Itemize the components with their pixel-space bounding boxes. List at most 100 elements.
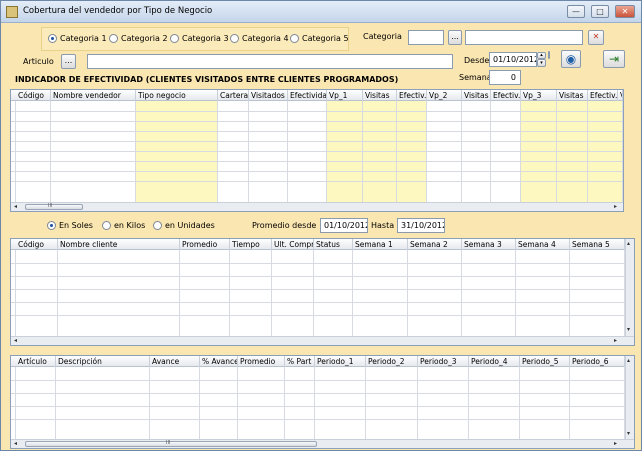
column-header[interactable]: Vp_2 — [427, 90, 462, 101]
date-dropdown-icon[interactable] — [548, 51, 550, 59]
radio-categoria-3[interactable]: Categoria 3 — [170, 34, 229, 43]
row-divider — [11, 131, 623, 132]
horizontal-scrollbar[interactable]: ◂ ▸ — [11, 336, 634, 345]
column-header[interactable]: Promedio — [238, 356, 285, 367]
radio-categoria-5[interactable]: Categoria 5 — [290, 34, 349, 43]
column-header[interactable]: Efectiv. — [397, 90, 427, 101]
column-header[interactable]: Nombre cliente — [58, 239, 180, 250]
categoria-code-input[interactable] — [408, 30, 444, 45]
grid-header: Código Nombre vendedor Tipo negocio Cart… — [11, 90, 623, 101]
efectividad-grid[interactable]: Código Nombre vendedor Tipo negocio Cart… — [10, 89, 624, 212]
row-divider — [11, 276, 625, 277]
radio-en-soles[interactable]: En Soles — [47, 221, 93, 230]
column-header[interactable]: Semana 3 — [462, 239, 516, 250]
column-header[interactable]: Artículo — [16, 356, 56, 367]
horizontal-scrollbar[interactable]: ◂ III ▸ — [11, 202, 623, 211]
column-header[interactable]: Cartera — [218, 90, 249, 101]
column-header[interactable]: Efectiv. — [491, 90, 521, 101]
radio-en-kilos[interactable]: en Kilos — [102, 221, 145, 230]
column-header[interactable]: Periodo_6 — [570, 356, 625, 367]
grid-column — [218, 101, 249, 204]
vertical-scrollbar[interactable]: ▴ ▾ — [625, 356, 634, 439]
column-header[interactable]: Ult. Compra — [272, 239, 314, 250]
column-header[interactable]: Efectividad — [288, 90, 327, 101]
scroll-right-icon[interactable]: ▸ — [614, 440, 617, 448]
scroll-down-icon[interactable]: ▾ — [627, 430, 630, 438]
articulo-browse-button[interactable]: ... — [61, 54, 76, 69]
column-header[interactable]: Visitas — [462, 90, 491, 101]
radio-categoria-4[interactable]: Categoria 4 — [230, 34, 289, 43]
column-header[interactable]: Nombre vendedor — [51, 90, 136, 101]
column-header[interactable]: Semana 1 — [353, 239, 408, 250]
column-header[interactable]: Tiempo — [230, 239, 272, 250]
column-header[interactable]: Periodo_3 — [418, 356, 469, 367]
radio-categoria-2[interactable]: Categoria 2 — [109, 34, 168, 43]
radio-label: Categoria 3 — [182, 34, 229, 43]
scrollbar-thumb[interactable]: III — [25, 440, 317, 447]
column-header[interactable]: Visitas — [363, 90, 397, 101]
title-bar[interactable]: Cobertura del vendedor por Tipo de Negoc… — [1, 1, 641, 23]
date-up-icon[interactable]: ▴ — [537, 52, 546, 59]
promedio-desde-input[interactable]: 01/10/2012 — [320, 218, 368, 233]
articulos-grid[interactable]: Artículo Descripción Avance % Avance Pro… — [10, 355, 635, 449]
horizontal-scrollbar[interactable]: ◂ III ▸ — [11, 439, 634, 448]
column-header[interactable]: Periodo_4 — [469, 356, 520, 367]
minimize-button[interactable]: — — [567, 5, 585, 18]
grid-header: Artículo Descripción Avance % Avance Pro… — [11, 356, 625, 367]
column-header[interactable]: Descripción — [56, 356, 150, 367]
column-header[interactable]: Semana 5 — [570, 239, 625, 250]
scroll-up-icon[interactable]: ▴ — [627, 240, 630, 248]
grid-column — [150, 367, 200, 441]
scroll-right-icon[interactable]: ▸ — [614, 203, 617, 211]
column-header[interactable]: Periodo_5 — [520, 356, 570, 367]
categoria-description-input[interactable] — [465, 30, 583, 45]
column-header[interactable]: Periodo_2 — [366, 356, 418, 367]
column-header[interactable]: Semana 4 — [516, 239, 570, 250]
column-header[interactable]: % Avance — [200, 356, 238, 367]
scroll-right-icon[interactable]: ▸ — [614, 337, 617, 345]
column-header[interactable]: Visitas — [557, 90, 588, 101]
vertical-scrollbar[interactable]: ▴ ▾ — [625, 239, 634, 336]
desde-date-input[interactable]: 01/10/2012 — [489, 52, 537, 67]
scrollbar-thumb[interactable]: III — [25, 203, 83, 210]
column-header[interactable]: Código — [16, 239, 58, 250]
close-button[interactable]: ✕ — [615, 5, 635, 18]
column-header[interactable]: Avance — [150, 356, 200, 367]
grid-header: Código Nombre cliente Promedio Tiempo Ul… — [11, 239, 625, 250]
column-header[interactable]: Código — [16, 90, 51, 101]
column-header[interactable]: Efectiv. — [588, 90, 618, 101]
radio-icon — [290, 34, 299, 43]
scroll-left-icon[interactable]: ◂ — [14, 337, 17, 345]
clientes-grid[interactable]: Código Nombre cliente Promedio Tiempo Ul… — [10, 238, 635, 346]
articulo-label: Articulo — [23, 57, 54, 66]
categoria-browse-button[interactable]: ... — [448, 30, 462, 45]
column-header[interactable]: Vp_1 — [327, 90, 363, 101]
hasta-input[interactable]: 31/10/2012 — [397, 218, 445, 233]
clear-icon[interactable]: ✕ — [588, 30, 604, 45]
exit-icon[interactable]: ⇥ — [603, 50, 625, 68]
radio-selected-icon — [47, 221, 56, 230]
column-header[interactable]: Status — [314, 239, 353, 250]
column-header[interactable]: Tipo negocio — [136, 90, 218, 101]
column-header[interactable]: Periodo_1 — [315, 356, 366, 367]
scroll-left-icon[interactable]: ◂ — [14, 203, 17, 211]
search-button[interactable]: ◉ — [561, 50, 581, 68]
column-header[interactable]: Semana 2 — [408, 239, 462, 250]
semana-input[interactable]: 0 — [489, 70, 521, 85]
radio-icon — [102, 221, 111, 230]
scroll-up-icon[interactable]: ▴ — [627, 357, 630, 365]
date-down-icon[interactable]: ▾ — [537, 59, 546, 67]
column-header[interactable]: Vp_3 — [521, 90, 557, 101]
column-header[interactable]: Visitados — [249, 90, 288, 101]
radio-categoria-1[interactable]: Categoria 1 — [48, 34, 107, 43]
articulo-input[interactable] — [87, 54, 453, 69]
grid-column — [51, 101, 136, 204]
row-divider — [11, 151, 623, 152]
maximize-button[interactable]: □ — [591, 5, 609, 18]
scroll-left-icon[interactable]: ◂ — [14, 440, 17, 448]
column-header[interactable]: V — [618, 90, 623, 101]
column-header[interactable]: Promedio — [180, 239, 230, 250]
radio-en-unidades[interactable]: en Unidades — [153, 221, 215, 230]
scroll-down-icon[interactable]: ▾ — [627, 326, 630, 334]
column-header[interactable]: % Part — [285, 356, 315, 367]
